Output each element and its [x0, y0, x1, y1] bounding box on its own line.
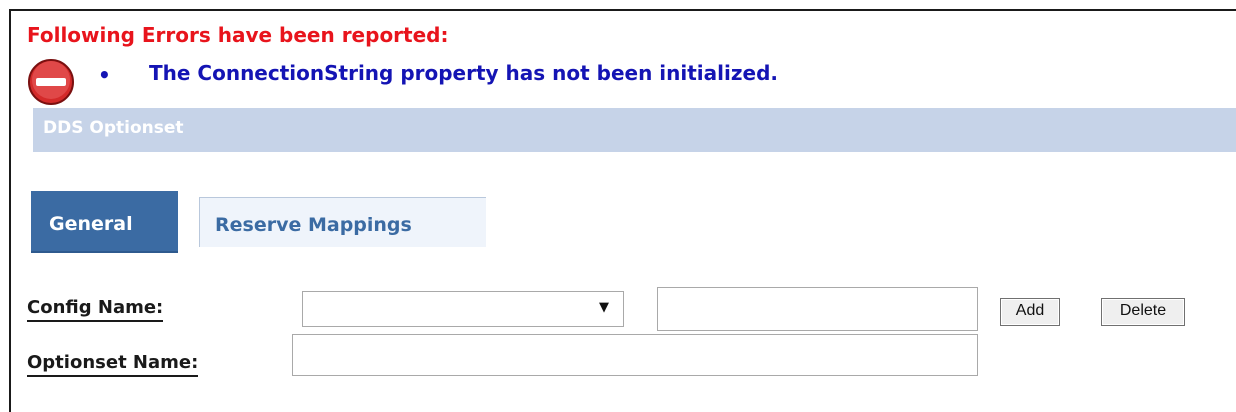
- error-bullet: •: [98, 63, 111, 87]
- optionset-name-label: Optionset Name:: [27, 352, 199, 377]
- delete-button[interactable]: Delete: [1101, 298, 1185, 326]
- config-name-label-text: Config Name:: [27, 297, 164, 322]
- tab-reserve-mappings-label: Reserve Mappings: [215, 214, 412, 236]
- tab-general[interactable]: General: [31, 191, 178, 253]
- error-message: The ConnectionString property has not be…: [149, 61, 778, 85]
- config-name-label: Config Name:: [27, 297, 164, 322]
- section-header-bar: DDS Optionset: [33, 108, 1236, 152]
- add-button[interactable]: Add: [1000, 298, 1060, 326]
- optionset-name-input[interactable]: [292, 334, 978, 376]
- optionset-name-label-text: Optionset Name:: [27, 352, 199, 377]
- tab-general-label: General: [49, 213, 133, 235]
- page-frame: Following Errors have been reported: • T…: [9, 9, 1236, 412]
- section-title: DDS Optionset: [43, 118, 184, 138]
- config-name-select[interactable]: ▼: [302, 291, 624, 327]
- new-config-name-input[interactable]: [657, 287, 978, 331]
- tab-reserve-mappings[interactable]: Reserve Mappings: [199, 197, 486, 247]
- error-stop-icon: [28, 59, 74, 105]
- dropdown-arrow-icon: ▼: [599, 300, 609, 315]
- error-heading: Following Errors have been reported:: [27, 23, 449, 47]
